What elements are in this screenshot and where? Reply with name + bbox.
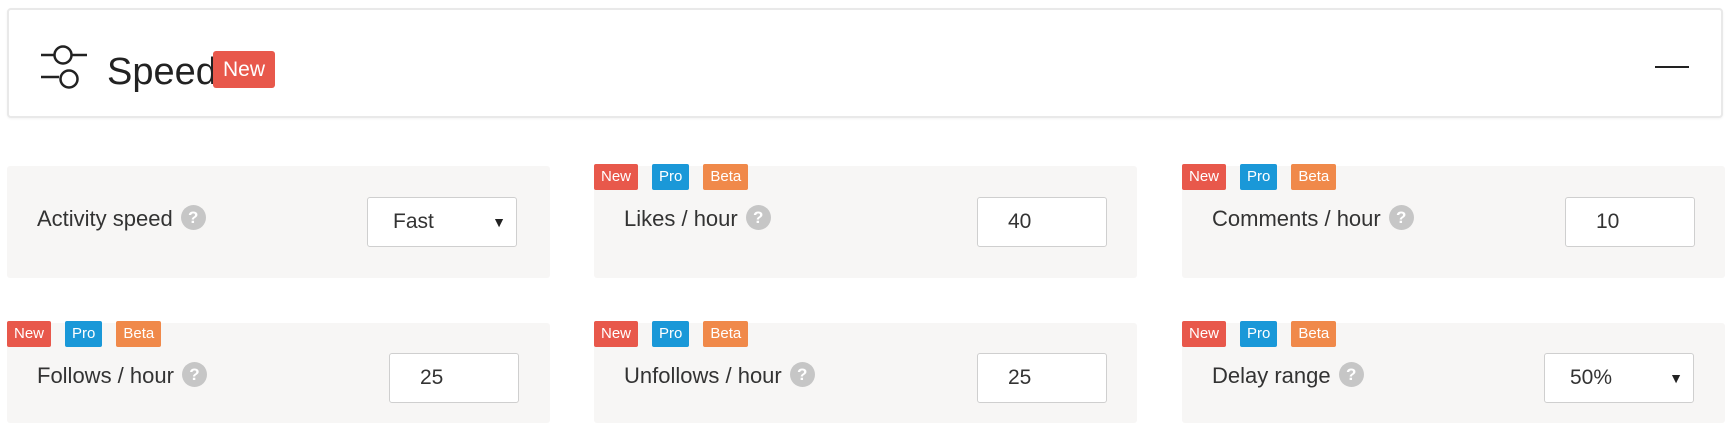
follows-per-hour-input[interactable]: 25: [389, 353, 519, 403]
help-icon[interactable]: ?: [789, 361, 815, 387]
activity-speed-card: Activity speed ? Fast ▼: [7, 166, 550, 278]
comments-per-hour-label: Comments / hour: [1212, 206, 1381, 231]
pro-badge: Pro: [652, 321, 690, 347]
dropdown-arrow-icon: ▼: [1669, 370, 1683, 386]
beta-badge: Beta: [1291, 164, 1337, 190]
badge-group: New Pro Beta: [1182, 164, 1337, 190]
follows-per-hour-setting: Follows / hour ?: [37, 361, 207, 389]
follows-per-hour-label: Follows / hour: [37, 363, 174, 388]
badge-group: New Pro Beta: [7, 321, 162, 347]
pro-badge: Pro: [652, 164, 690, 190]
unfollows-per-hour-input[interactable]: 25: [977, 353, 1107, 403]
help-icon[interactable]: ?: [1338, 361, 1364, 387]
activity-speed-value: Fast: [393, 210, 434, 233]
delay-range-card: New Pro Beta Delay range ? 50% ▼: [1182, 321, 1725, 423]
comments-per-hour-input[interactable]: 10: [1565, 197, 1695, 247]
unfollows-per-hour-card: New Pro Beta Unfollows / hour ? 25: [594, 321, 1137, 423]
activity-speed-setting: Activity speed ?: [37, 204, 206, 232]
badge-group: New Pro Beta: [594, 321, 749, 347]
likes-per-hour-label: Likes / hour: [624, 206, 738, 231]
delay-range-setting: Delay range ?: [1212, 361, 1364, 389]
collapse-button[interactable]: [1653, 52, 1691, 82]
unfollows-per-hour-label: Unfollows / hour: [624, 363, 782, 388]
help-icon[interactable]: ?: [1388, 204, 1414, 230]
activity-speed-label: Activity speed: [37, 206, 173, 231]
new-badge: New: [594, 164, 639, 190]
likes-per-hour-card: New Pro Beta Likes / hour ? 40: [594, 164, 1137, 278]
likes-per-hour-setting: Likes / hour ?: [624, 204, 771, 232]
dropdown-arrow-icon: ▼: [492, 214, 506, 230]
new-badge: New: [594, 321, 639, 347]
beta-badge: Beta: [703, 321, 749, 347]
delay-range-value: 50%: [1570, 366, 1613, 389]
beta-badge: Beta: [116, 321, 162, 347]
new-badge: New: [1182, 321, 1227, 347]
activity-speed-select[interactable]: Fast ▼: [367, 197, 517, 247]
delay-range-select[interactable]: 50% ▼: [1544, 353, 1694, 403]
pro-badge: Pro: [1240, 164, 1278, 190]
sliders-icon: [41, 45, 87, 89]
unfollows-per-hour-setting: Unfollows / hour ?: [624, 361, 815, 389]
new-badge: New: [1182, 164, 1227, 190]
help-icon[interactable]: ?: [745, 204, 771, 230]
delay-range-label: Delay range: [1212, 363, 1331, 388]
help-icon[interactable]: ?: [181, 361, 207, 387]
pro-badge: Pro: [1240, 321, 1278, 347]
pro-badge: Pro: [65, 321, 103, 347]
comments-per-hour-card: New Pro Beta Comments / hour ? 10: [1182, 164, 1725, 278]
badge-group: New Pro Beta: [594, 164, 749, 190]
badge-group: New Pro Beta: [1182, 321, 1337, 347]
speed-section-header: Speed New: [7, 8, 1723, 118]
section-title: Speed: [107, 51, 217, 93]
new-badge: New: [7, 321, 52, 347]
new-badge: New: [213, 51, 276, 88]
comments-per-hour-setting: Comments / hour ?: [1212, 204, 1414, 232]
beta-badge: Beta: [1291, 321, 1337, 347]
help-icon[interactable]: ?: [180, 204, 206, 230]
follows-per-hour-card: New Pro Beta Follows / hour ? 25: [7, 321, 550, 423]
likes-per-hour-input[interactable]: 40: [977, 197, 1107, 247]
beta-badge: Beta: [703, 164, 749, 190]
